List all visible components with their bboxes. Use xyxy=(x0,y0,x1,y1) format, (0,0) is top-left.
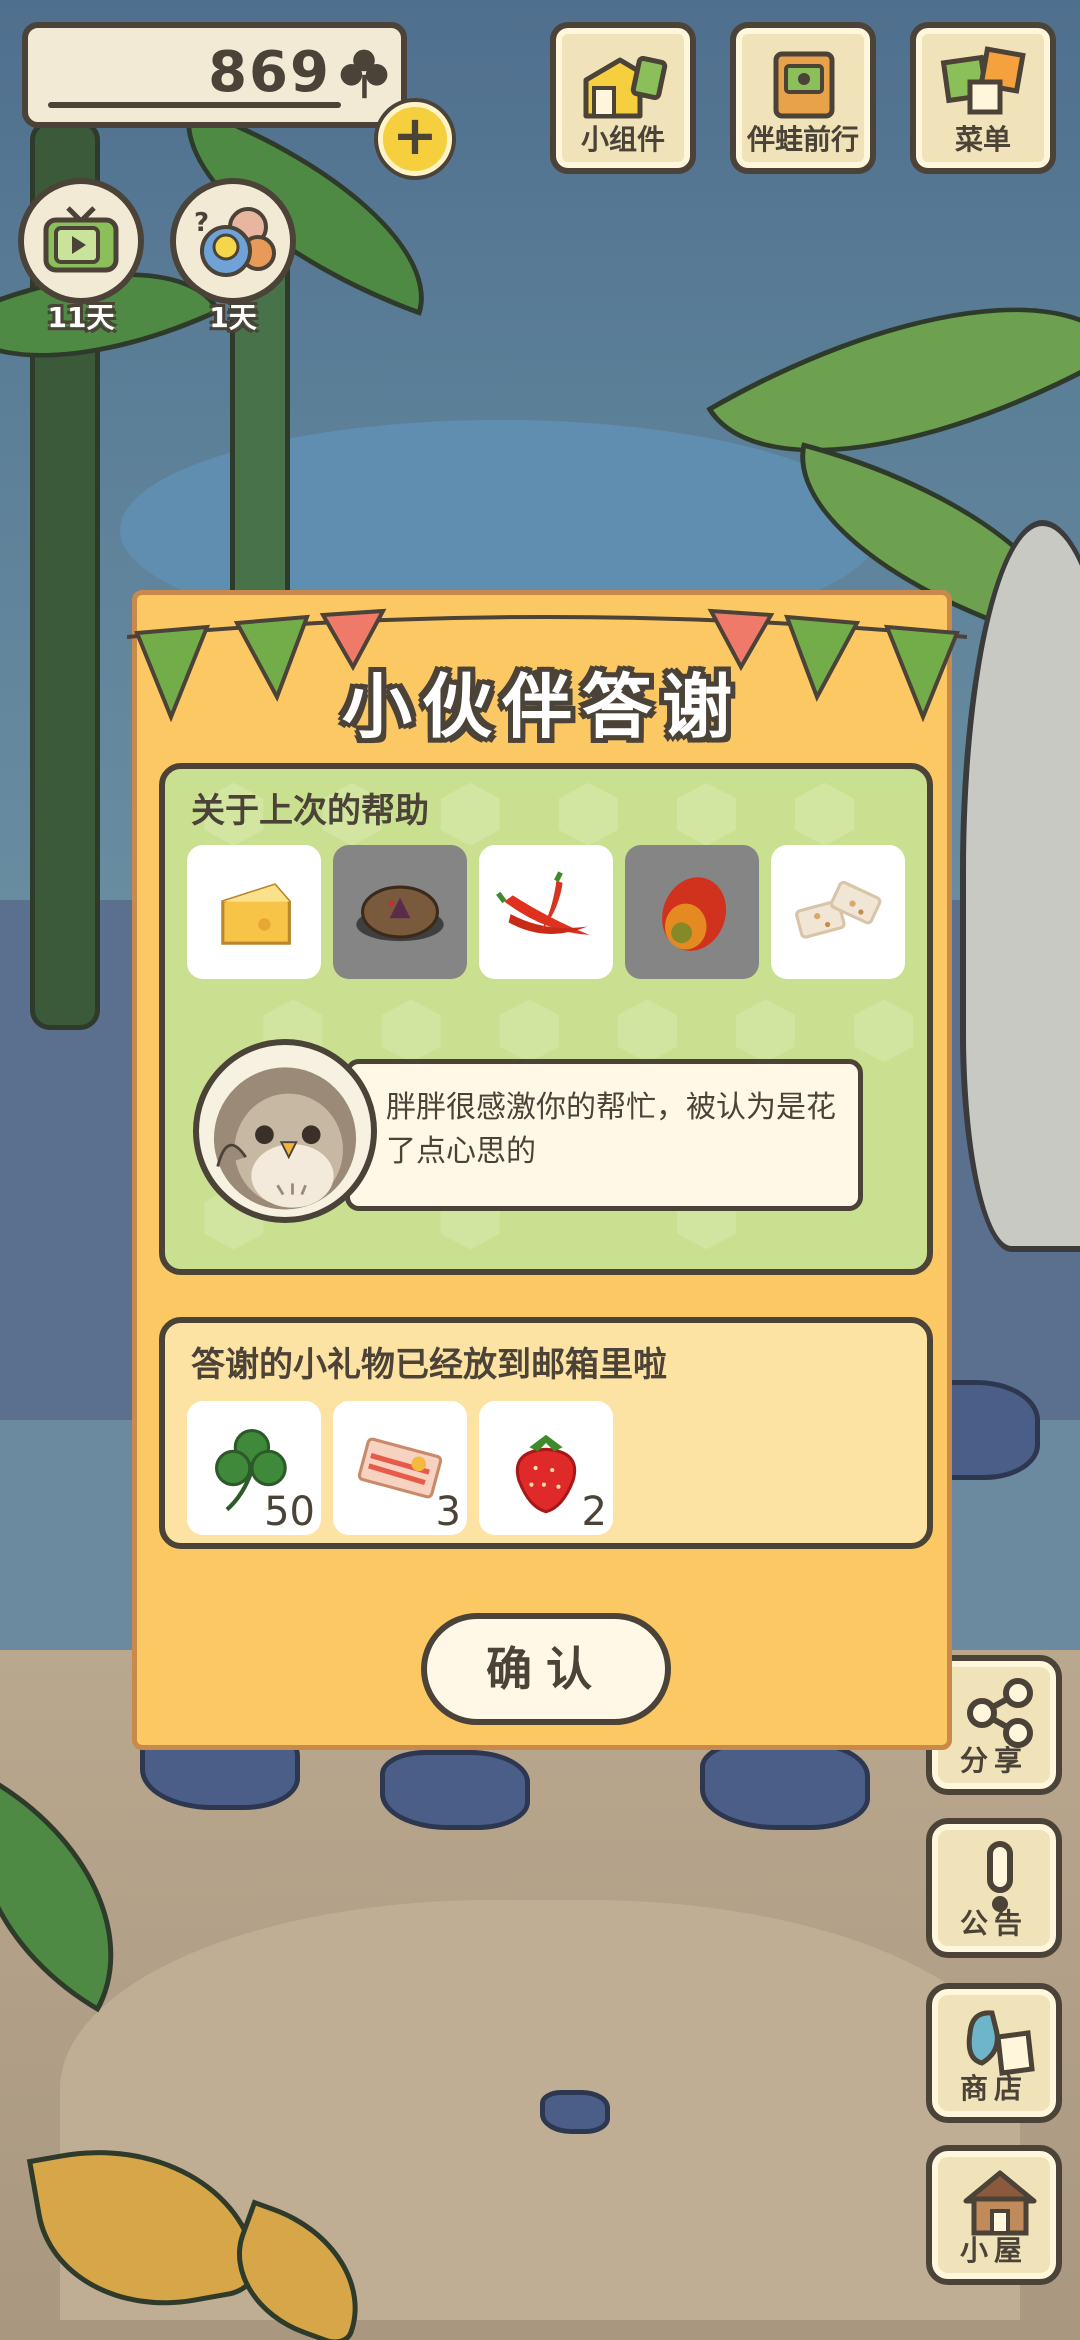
gift-clover-count: 50 xyxy=(264,1489,315,1535)
item-chili-peppers[interactable] xyxy=(479,845,613,979)
gift-items-row: 50 3 2 xyxy=(187,1401,613,1535)
tv-button[interactable]: 11天 xyxy=(18,178,144,334)
gift-clover[interactable]: 50 xyxy=(187,1401,321,1535)
menu-button[interactable]: 菜单 xyxy=(910,22,1056,174)
shop-button[interactable]: 商店 xyxy=(926,1983,1062,2123)
tv-days-label: 11天 xyxy=(47,301,115,334)
svg-text:?: ? xyxy=(194,208,209,238)
owl-icon xyxy=(213,1067,357,1210)
rock xyxy=(700,1740,870,1830)
help-items-row xyxy=(187,845,905,979)
album-icon xyxy=(773,51,835,119)
friends-icon: ? xyxy=(194,207,276,277)
clover-count: 869 xyxy=(208,40,331,105)
nougat-icon xyxy=(795,880,882,939)
house-button[interactable]: 小屋 xyxy=(926,2145,1062,2285)
friend-avatar xyxy=(193,1039,377,1223)
menu-label: 菜单 xyxy=(954,123,1011,156)
friend-thanks-dialog: 小伙伴答谢 关于上次的帮助 胖胖很感激你的帮忙，被认为是花了点心思的 答谢的小礼… xyxy=(127,590,967,1750)
gift-strawberry-count: 2 xyxy=(581,1489,607,1535)
item-mooncake[interactable] xyxy=(333,845,467,979)
dialog-title: 小伙伴答谢 xyxy=(342,666,742,748)
rock xyxy=(380,1750,530,1830)
mango-icon xyxy=(662,877,727,951)
gift-strawberry[interactable]: 2 xyxy=(479,1401,613,1535)
divider xyxy=(48,102,341,108)
friends-button[interactable]: ? 1天 xyxy=(170,178,296,334)
clover-icon xyxy=(340,49,388,99)
item-mango[interactable] xyxy=(625,845,759,979)
thanks-message-bubble: 胖胖很感激你的帮忙，被认为是花了点心思的 xyxy=(345,1059,863,1211)
pebble xyxy=(540,2090,610,2134)
widget-button[interactable]: 小组件 xyxy=(550,22,696,174)
clover-balance-panel: 869 xyxy=(22,22,407,128)
tv-icon xyxy=(43,206,119,273)
menu-icon xyxy=(940,46,1026,115)
shop-label: 商店 xyxy=(959,2072,1028,2105)
frog-journey-label: 伴蛙前行 xyxy=(746,123,859,156)
notice-button[interactable]: 公告 xyxy=(926,1818,1062,1958)
item-cheese[interactable] xyxy=(187,845,321,979)
confirm-button[interactable]: 确认 xyxy=(421,1613,671,1725)
add-clover-button[interactable]: + xyxy=(378,102,452,176)
gift-ticket[interactable]: 3 xyxy=(333,1401,467,1535)
chili-pepper-icon xyxy=(496,871,590,935)
notice-label: 公告 xyxy=(959,1907,1028,1940)
widget-icon xyxy=(583,55,668,119)
friends-days-label: 1天 xyxy=(209,301,257,334)
gift-ticket-count: 3 xyxy=(435,1489,461,1535)
thanks-message: 胖胖很感激你的帮忙，被认为是花了点心思的 xyxy=(386,1090,836,1169)
frog-journey-button[interactable]: 伴蛙前行 xyxy=(730,22,876,174)
help-section: 关于上次的帮助 胖胖很感激你的帮忙，被认为是花了点心思的 xyxy=(159,763,933,1275)
mooncake-icon xyxy=(356,885,444,942)
gift-section: 答谢的小礼物已经放到邮箱里啦 50 3 2 xyxy=(159,1317,933,1549)
help-section-title: 关于上次的帮助 xyxy=(191,791,429,831)
item-nougat[interactable] xyxy=(771,845,905,979)
widget-label: 小组件 xyxy=(580,123,665,156)
gift-section-title: 答谢的小礼物已经放到邮箱里啦 xyxy=(191,1345,667,1385)
cheese-icon xyxy=(221,883,291,945)
house-label: 小屋 xyxy=(959,2234,1028,2267)
